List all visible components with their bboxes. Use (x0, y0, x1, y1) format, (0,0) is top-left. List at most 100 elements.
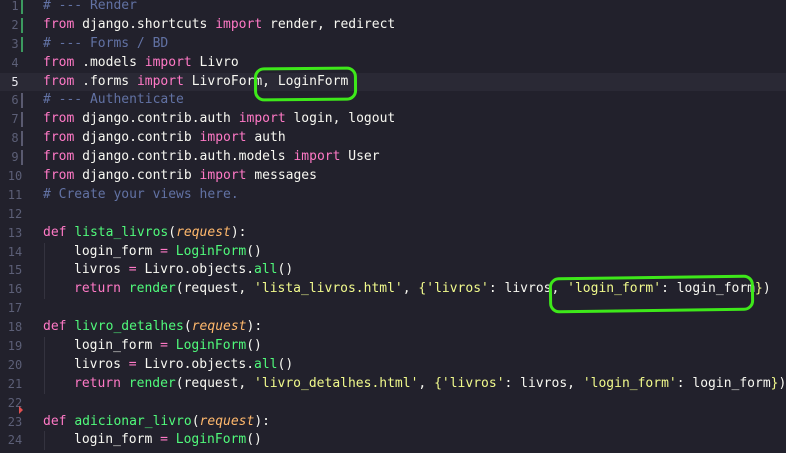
code-token: User (340, 149, 380, 165)
git-added-marker[interactable] (21, 36, 23, 52)
code-text: from .models import Livro (43, 54, 239, 73)
line-number: 24 (7, 433, 23, 448)
code-token: # --- Forms / BD (43, 35, 169, 51)
code-line[interactable]: 24 login_form = LoginForm() (0, 431, 786, 451)
code-line[interactable]: 4 from .models import Livro (0, 54, 786, 73)
code-line[interactable]: 10 from django.contrib import messages (0, 167, 786, 186)
code-line[interactable]: 7 from django.contrib.auth import login, … (0, 110, 786, 129)
code-token: Livro (191, 54, 239, 70)
code-token: adicionar_livro (74, 413, 192, 429)
code-token: : login_form (661, 281, 755, 297)
git-added-marker[interactable] (21, 17, 23, 33)
code-line[interactable]: 9 from django.contrib.auth.models import … (0, 148, 786, 167)
line-number: 5 (11, 74, 19, 89)
code-line[interactable]: 16 return render(request, 'lista_livros.h… (0, 280, 786, 300)
code-token: LoginForm (175, 432, 247, 448)
code-token: () (246, 338, 262, 354)
code-token: () (246, 432, 262, 448)
code-token: def (43, 319, 67, 335)
code-line[interactable]: 5 from .forms import LivroForm, LoginForm (0, 72, 786, 92)
code-line[interactable]: 12 (0, 205, 786, 224)
code-token: (request, (175, 281, 255, 297)
code-token: () (277, 356, 294, 372)
code-token: request (176, 224, 231, 240)
line-number: 13 (7, 225, 23, 240)
code-text: def livro_detalhes(request): (43, 318, 262, 337)
code-token: ) (762, 281, 771, 297)
line-number: 6 (11, 93, 19, 108)
line-number: 21 (7, 376, 23, 391)
git-modified-marker[interactable] (21, 93, 23, 109)
code-line[interactable]: 1 # --- Render (0, 0, 786, 16)
code-line[interactable]: 21 return render(request, 'livro_detalhes… (0, 374, 786, 394)
code-token: } (755, 281, 763, 297)
code-line[interactable]: 6 # --- Authenticate (0, 91, 786, 110)
code-line[interactable]: 18 def livro_detalhes(request): (0, 318, 786, 337)
line-number: 8 (11, 131, 19, 146)
code-token: def (43, 413, 67, 429)
line-number: 18 (7, 320, 23, 335)
code-text: # --- Render (43, 0, 137, 16)
code-token: : livros, (504, 375, 583, 391)
code-token: livros (74, 262, 129, 278)
line-number: 12 (7, 206, 23, 221)
code-token: ( (191, 413, 200, 429)
code-token: django.contrib.auth (74, 111, 239, 127)
code-token: all (254, 262, 278, 278)
line-number: 17 (7, 301, 23, 316)
code-line[interactable]: 15 livros = Livro.objects.all() (0, 261, 786, 281)
code-token: () (277, 262, 294, 278)
git-modified-marker[interactable] (21, 112, 23, 128)
code-text: login_form = LoginForm() (43, 337, 262, 356)
code-line[interactable]: 13 def lista_livros(request): (0, 224, 786, 243)
git-added-marker[interactable] (21, 0, 23, 14)
code-token: LoginForm (175, 338, 247, 354)
code-token: ( (168, 224, 177, 240)
code-line[interactable]: 23 def adicionar_livro(request): (0, 413, 786, 432)
code-line[interactable]: 11 # Create your views here. (0, 186, 786, 205)
code-editor[interactable]: 1 # --- Render 2 from django.shortcuts impo… (0, 0, 786, 451)
code-token: ): (254, 413, 270, 429)
code-token: request (199, 413, 255, 429)
code-token: return (74, 281, 121, 297)
code-line[interactable]: 19 login_form = LoginForm() (0, 337, 786, 356)
code-token: lista_livros (74, 224, 169, 240)
code-token: , (418, 375, 435, 391)
code-line[interactable]: 14 login_form = LoginForm() (0, 242, 786, 262)
line-number: 3 (11, 36, 19, 51)
git-modified-marker[interactable] (21, 150, 23, 166)
line-number: 2 (11, 17, 19, 32)
code-text: livros = Livro.objects.all() (43, 356, 293, 375)
code-token: login_form (74, 243, 161, 259)
code-line[interactable]: 8 from django.contrib import auth (0, 129, 786, 148)
code-token: from (43, 168, 75, 184)
line-number: 11 (7, 187, 23, 202)
code-token: 'login_form' (582, 375, 677, 391)
code-token: from (43, 149, 75, 165)
code-token: ): (246, 319, 263, 335)
code-line[interactable]: 3 # --- Forms / BD (0, 35, 786, 54)
code-token: () (246, 243, 262, 259)
line-number: 19 (7, 339, 23, 354)
code-token: : livros, (488, 281, 568, 297)
code-token: import (215, 16, 263, 32)
code-token: render (128, 281, 176, 297)
code-token: login_form (74, 432, 161, 448)
code-token: Livro.objects. (136, 262, 255, 278)
code-token: login, logout (285, 111, 396, 127)
code-line[interactable]: 20 livros = Livro.objects.all() (0, 355, 786, 375)
git-modified-marker[interactable] (21, 131, 23, 147)
code-token: = (128, 262, 137, 278)
code-token: (request, (175, 375, 255, 391)
code-line[interactable]: 2 from django.shortcuts import render, re… (0, 16, 786, 35)
code-text: from .forms import LivroForm, LoginForm (43, 73, 348, 92)
code-token: livros (74, 356, 129, 372)
code-token: django.contrib (74, 168, 200, 184)
code-line[interactable]: 22 (0, 394, 786, 414)
code-text: def lista_livros(request): (43, 224, 247, 243)
line-number: 22 (7, 395, 23, 410)
code-token: from (43, 73, 75, 89)
code-line[interactable]: 17 (0, 299, 786, 318)
